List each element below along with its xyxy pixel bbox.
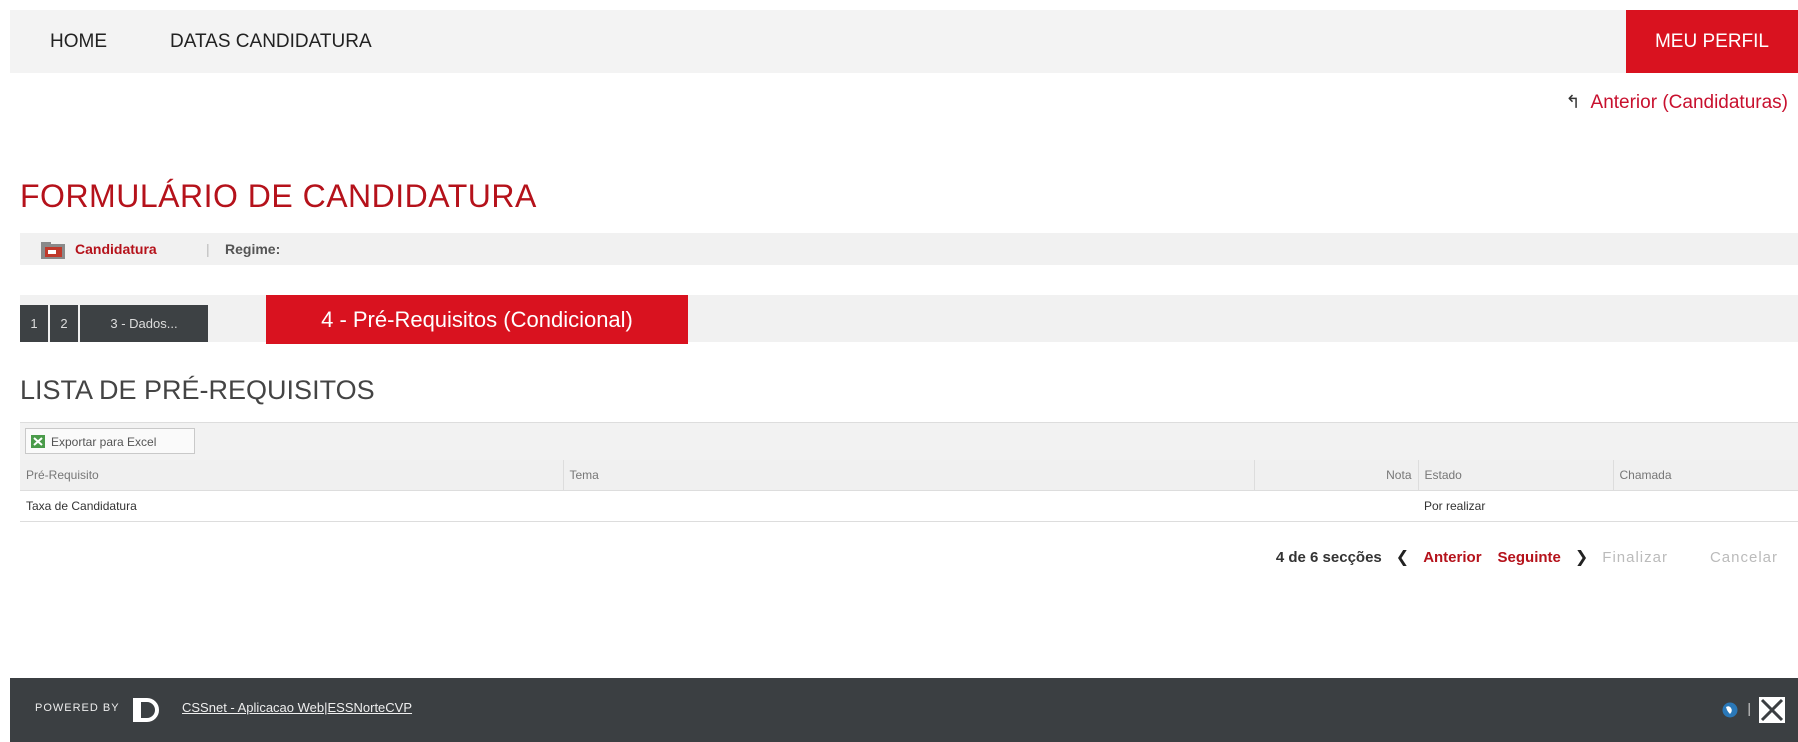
back-link[interactable]: ↰ Anterior (Candidaturas) xyxy=(1565,92,1788,114)
cell-nota xyxy=(1254,490,1418,522)
nav-meu-perfil[interactable]: MEU PERFIL xyxy=(1626,10,1798,73)
col-header-chamada[interactable]: Chamada xyxy=(1613,460,1798,491)
chevron-right-icon: ❯ xyxy=(1574,549,1589,566)
top-nav: HOME DATAS CANDIDATURA MEU PERFIL xyxy=(10,10,1798,73)
page-title: FORMULÁRIO DE CANDIDATURA xyxy=(20,178,537,214)
footer: Powered by CSSnet - Aplicacao Web|ESSNor… xyxy=(10,678,1798,742)
nav-home[interactable]: HOME xyxy=(50,10,107,73)
table-row[interactable]: Taxa de Candidatura Por realizar xyxy=(20,490,1798,522)
subbar-separator: | xyxy=(206,241,210,257)
col-header-pre-requisito[interactable]: Pré-Requisito xyxy=(20,460,564,491)
chevron-left-icon: ❮ xyxy=(1395,549,1410,566)
nav-datas-candidatura[interactable]: DATAS CANDIDATURA xyxy=(170,10,372,73)
step-tab-1[interactable]: 1 xyxy=(20,305,48,342)
vendor-logo-icon xyxy=(133,698,159,722)
cell-pre-requisito: Taxa de Candidatura xyxy=(20,490,563,522)
col-header-tema[interactable]: Tema xyxy=(563,460,1255,491)
cell-tema xyxy=(563,490,1254,522)
cell-estado: Por realizar xyxy=(1418,490,1613,522)
back-link-label: Anterior (Candidaturas) xyxy=(1590,92,1788,113)
regime-label: Regime: xyxy=(225,241,281,257)
export-excel-button[interactable]: Exportar para Excel xyxy=(25,428,195,454)
candidatura-subbar: Candidatura | Regime: xyxy=(20,233,1798,265)
finish-button[interactable]: Finalizar xyxy=(1602,549,1668,566)
step-tab-3[interactable]: 3 - Dados... xyxy=(80,305,208,342)
footer-separator: | xyxy=(1747,700,1751,716)
section-title: LISTA DE PRÉ-REQUISITOS xyxy=(20,375,375,405)
close-window-icon[interactable] xyxy=(1758,696,1786,724)
cell-chamada xyxy=(1613,490,1798,522)
step-tab-4-active[interactable]: 4 - Pré-Requisitos (Condicional) xyxy=(266,295,688,344)
next-button[interactable]: Seguinte xyxy=(1498,549,1561,566)
globe-icon[interactable] xyxy=(1722,702,1738,718)
reply-arrow-icon: ↰ xyxy=(1565,92,1581,112)
export-excel-label: Exportar para Excel xyxy=(51,435,157,449)
candidatura-link[interactable]: Candidatura xyxy=(75,233,157,265)
app-link[interactable]: CSSnet - Aplicacao Web|ESSNorteCVP xyxy=(182,700,412,715)
cancel-button[interactable]: Cancelar xyxy=(1710,549,1778,566)
step-tabs: 1 2 3 - Dados... 4 - Pré-Requisitos (Con… xyxy=(20,295,1798,344)
previous-button[interactable]: Anterior xyxy=(1423,549,1481,566)
step-tab-2[interactable]: 2 xyxy=(50,305,78,342)
table-header-row: Pré-Requisito Tema Nota Estado Chamada xyxy=(20,460,1798,491)
prerequisites-table: Pré-Requisito Tema Nota Estado Chamada T… xyxy=(20,460,1798,522)
powered-by-label: Powered by xyxy=(35,702,120,714)
excel-icon xyxy=(31,435,45,448)
col-header-estado[interactable]: Estado xyxy=(1418,460,1614,491)
section-pager: 4 de 6 secções ❮ Anterior Seguinte ❯ Fin… xyxy=(1276,546,1778,568)
col-header-nota[interactable]: Nota xyxy=(1254,460,1419,491)
folder-icon xyxy=(41,242,65,259)
section-count: 4 de 6 secções xyxy=(1275,548,1382,566)
page: HOME DATAS CANDIDATURA MEU PERFIL ↰ Anter… xyxy=(0,0,1798,742)
grid-toolbar: Exportar para Excel xyxy=(20,422,1798,460)
